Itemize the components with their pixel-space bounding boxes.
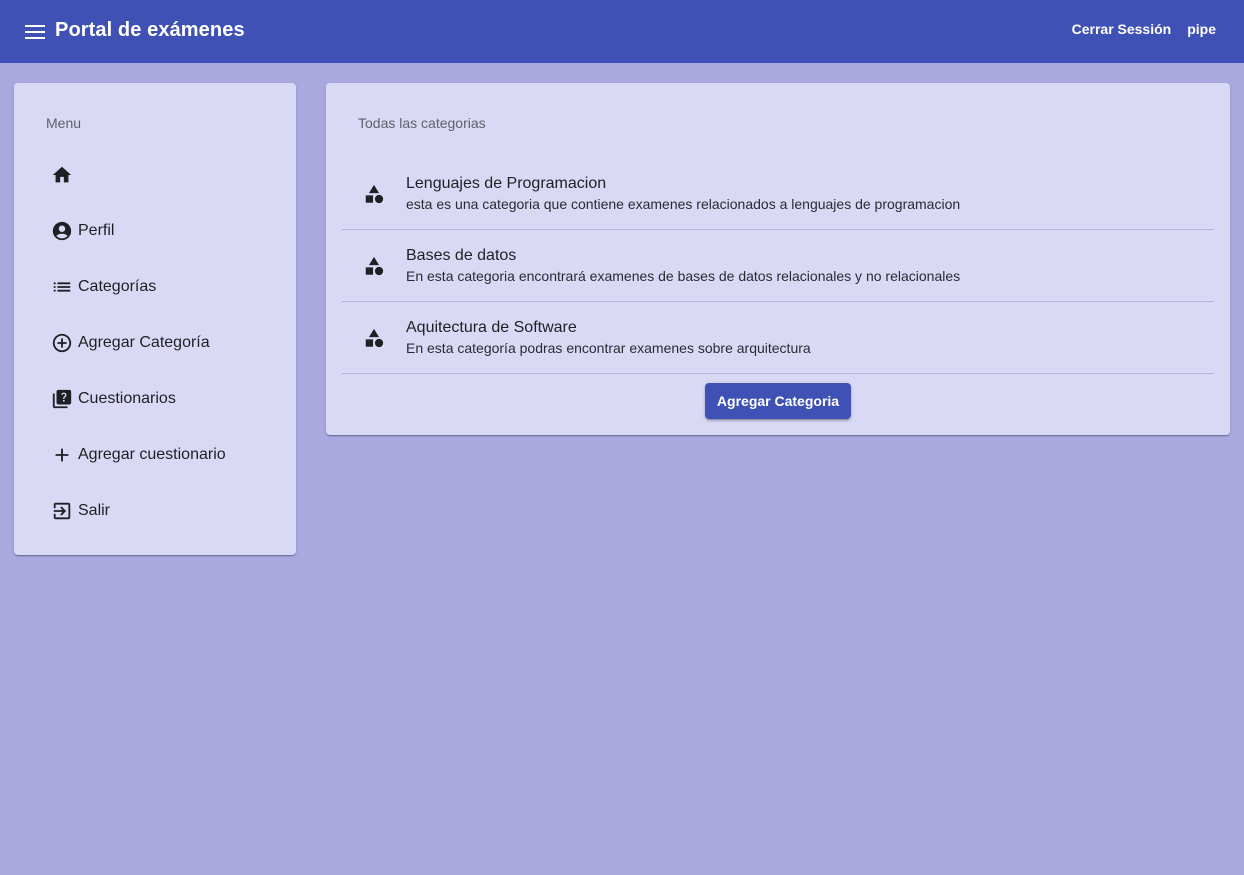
sidebar-item-salir[interactable]: Salir — [14, 483, 296, 539]
sidebar-item-perfil[interactable]: Perfil — [14, 203, 296, 259]
category-icon — [362, 254, 386, 278]
sidebar-card: Menu Perfil Categorías Agregar Categoría — [14, 83, 296, 555]
app-title: Portal de exámenes — [55, 19, 245, 41]
username-link[interactable]: pipe — [1187, 21, 1216, 37]
sidebar-item-agregar-categoria[interactable]: Agregar Categoría — [14, 315, 296, 371]
category-title: Lenguajes de Programacion — [406, 174, 607, 192]
sidebar-item-label: Perfil — [78, 222, 115, 239]
home-icon — [50, 163, 74, 187]
category-description: En esta categoria encontrará examenes de… — [406, 267, 961, 284]
sidebar-nav: Perfil Categorías Agregar Categoría Cues… — [14, 147, 296, 539]
top-toolbar: Portal de exámenes Cerrar Sessión pipe — [0, 0, 1244, 63]
category-description: esta es una categoria que contiene exame… — [406, 195, 961, 212]
add-category-button[interactable]: Agregar Categoria — [705, 383, 851, 419]
add-circle-icon — [50, 331, 74, 355]
menu-icon[interactable] — [21, 18, 49, 46]
list-item[interactable]: Bases de datos En esta categoria encontr… — [342, 230, 1214, 302]
sidebar-item-label: Categorías — [78, 278, 157, 295]
quiz-icon — [50, 387, 74, 411]
sidebar-item-agregar-cuestionario[interactable]: Agregar cuestionario — [14, 427, 296, 483]
categories-subheader: Todas las categorias — [358, 115, 486, 131]
add-icon — [50, 443, 74, 467]
sidebar-item-label: Agregar cuestionario — [78, 446, 226, 463]
list-item[interactable]: Lenguajes de Programacion esta es una ca… — [342, 158, 1214, 230]
logout-icon — [50, 499, 74, 523]
sidebar-subheader: Menu — [46, 115, 82, 131]
category-title: Bases de datos — [406, 246, 517, 264]
sidebar-item-categorias[interactable]: Categorías — [14, 259, 296, 315]
sidebar-item-cuestionarios[interactable]: Cuestionarios — [14, 371, 296, 427]
categories-card: Todas las categorias Lenguajes de Progra… — [326, 83, 1230, 435]
category-title: Aquitectura de Software — [406, 318, 577, 336]
list-icon — [50, 275, 74, 299]
sidebar-item-label: Agregar Categoría — [78, 334, 210, 351]
category-description: En esta categoría podras encontrar exame… — [406, 339, 811, 356]
categories-list: Lenguajes de Programacion esta es una ca… — [342, 158, 1214, 374]
sidebar-item-home[interactable] — [14, 147, 296, 203]
logout-link[interactable]: Cerrar Sessión — [1072, 21, 1172, 37]
category-icon — [362, 326, 386, 350]
sidebar-item-label: Salir — [78, 502, 111, 519]
list-item[interactable]: Aquitectura de Software En esta categorí… — [342, 302, 1214, 374]
account-circle-icon — [50, 219, 74, 243]
category-icon — [362, 182, 386, 206]
sidebar-item-label: Cuestionarios — [78, 390, 176, 407]
